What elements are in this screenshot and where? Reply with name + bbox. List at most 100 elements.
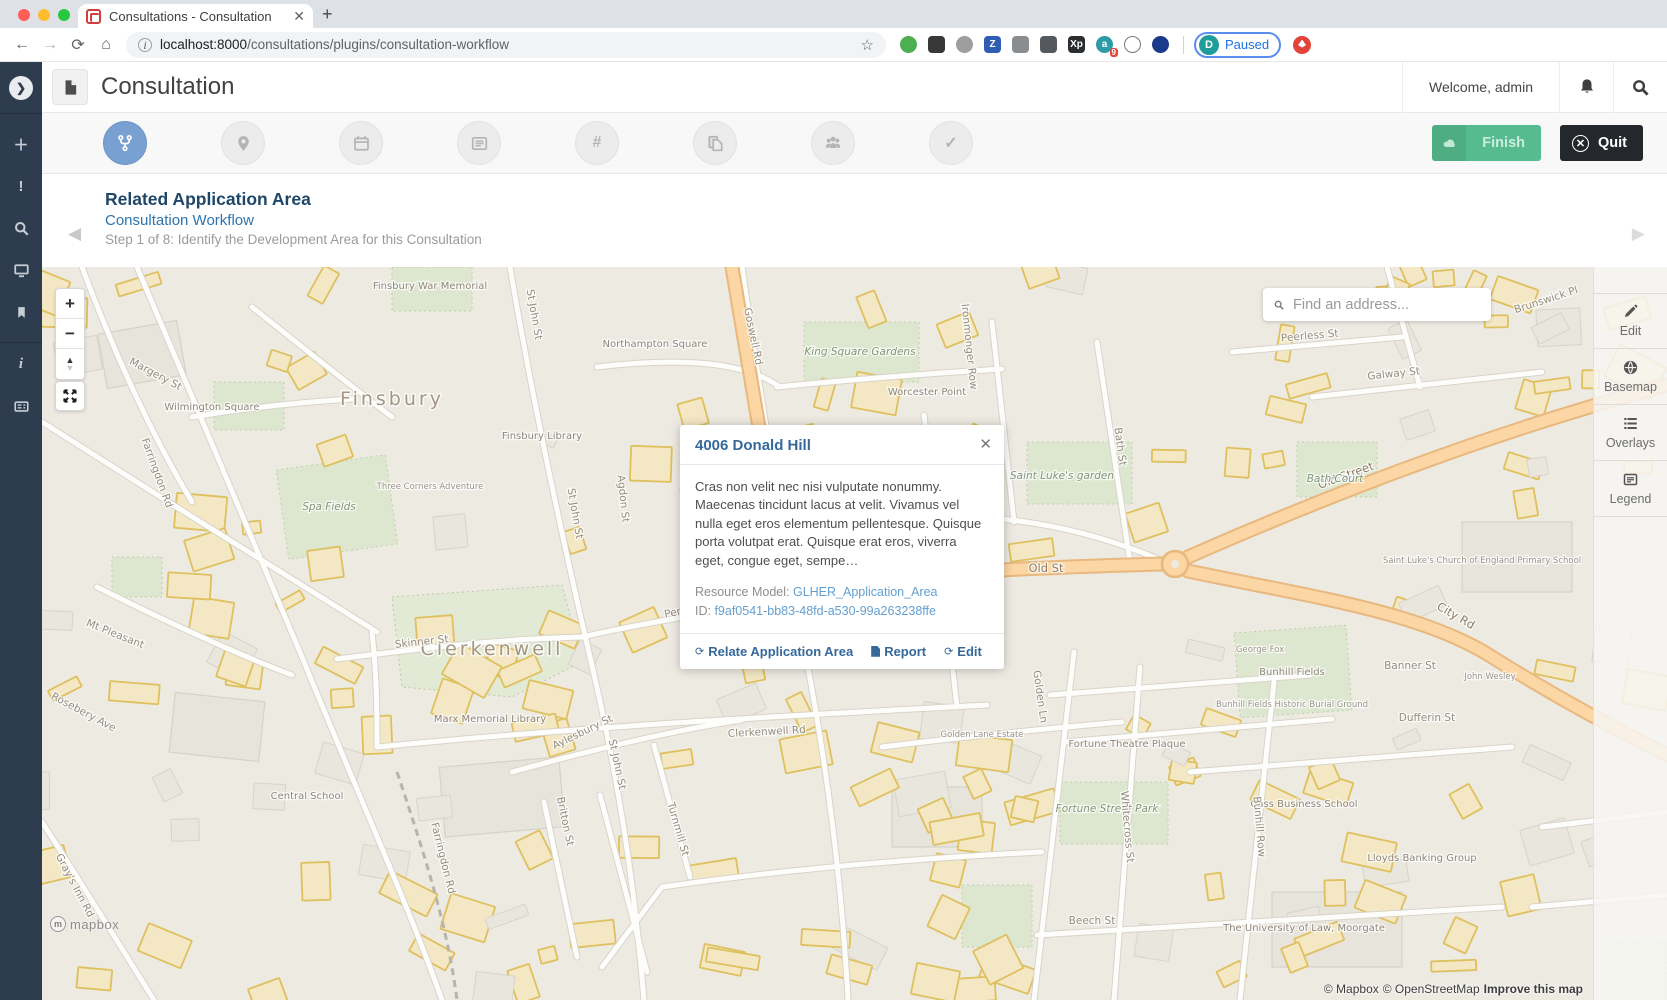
zotero-extension-icon[interactable]: Z [984, 36, 1001, 53]
bookmark-star-icon[interactable]: ☆ [861, 36, 874, 54]
improve-map-link[interactable]: Improve this map [1484, 982, 1583, 996]
mac-minimize-button[interactable] [38, 9, 50, 21]
report-link[interactable]: Report [871, 644, 926, 659]
resource-model-link[interactable]: GLHER_Application_Area [793, 585, 938, 599]
extension-icon[interactable] [928, 36, 945, 53]
compass-button[interactable]: ▲▼ [56, 349, 84, 379]
mac-zoom-button[interactable] [58, 9, 70, 21]
map-overlays-button[interactable]: Overlays [1594, 405, 1667, 461]
site-info-icon[interactable]: i [138, 38, 152, 52]
back-button[interactable]: ← [8, 36, 36, 54]
step-map[interactable] [221, 121, 265, 165]
page-title: Consultation [101, 73, 234, 101]
workflow-name: Consultation Workflow [105, 212, 482, 229]
pencil-icon [1623, 304, 1638, 319]
map-label: Northampton Square [603, 339, 708, 350]
browser-menu-icon[interactable] [1293, 36, 1311, 54]
popup-id-row: ID: f9af0541-bb83-48fd-a530-99a263238ffe [695, 602, 989, 621]
app-header: Consultation Welcome, admin [42, 62, 1667, 113]
finish-button[interactable]: Finish [1432, 125, 1541, 161]
step-documents[interactable] [693, 121, 737, 165]
divider [0, 113, 42, 114]
zoom-in-button[interactable]: + [56, 289, 84, 319]
divider [1183, 36, 1184, 54]
home-button[interactable]: ⌂ [92, 36, 120, 54]
extension-icon[interactable] [1040, 36, 1057, 53]
osm-attribution-link[interactable]: © OpenStreetMap [1383, 982, 1480, 996]
bookmark-icon [15, 306, 28, 319]
browser-profile-button[interactable]: D Paused [1194, 32, 1281, 58]
map-label: Lloyds Banking Group [1367, 853, 1476, 864]
browser-toolbar: ← → ⟳ ⌂ i localhost:8000/consultations/p… [0, 28, 1667, 62]
reload-button[interactable]: ⟳ [64, 35, 92, 55]
tab-close-icon[interactable]: ✕ [293, 8, 305, 25]
url-bar[interactable]: i localhost:8000/consultations/plugins/c… [126, 32, 886, 58]
map-legend-label: Legend [1610, 492, 1652, 506]
mapbox-attribution-link[interactable]: © Mapbox [1324, 982, 1379, 996]
quit-button[interactable]: ✕ Quit [1560, 125, 1643, 161]
sidebar-notifs-icon[interactable]: ! [0, 165, 42, 207]
notifications-button[interactable] [1559, 62, 1613, 113]
sidebar-bookmark-icon[interactable] [0, 291, 42, 333]
next-step-arrow[interactable]: ▶ [1632, 224, 1645, 244]
sidebar-search-icon[interactable] [0, 207, 42, 249]
xp-extension-icon[interactable]: Xp [1068, 36, 1085, 53]
sidebar-info-icon[interactable]: i [0, 343, 42, 385]
popup-close-icon[interactable]: ✕ [979, 435, 992, 453]
evernote-extension-icon[interactable] [900, 36, 917, 53]
step-reference-numbers[interactable]: # [575, 121, 619, 165]
popup-title: 4006 Donald Hill [695, 437, 989, 454]
map-label: Dufferin St [1399, 712, 1455, 724]
resource-id-link[interactable]: f9af0541-bb83-48fd-a530-99a263238ffe [714, 604, 936, 618]
tab-title: Consultations - Consultation [109, 9, 285, 24]
extensions-row: Z Xp a9 [900, 36, 1169, 53]
map-attribution: © Mapbox © OpenStreetMap Improve this map [1320, 982, 1583, 996]
newspaper-icon [14, 399, 29, 414]
map-tools-panel: Edit Basemap Overlays Legend [1593, 267, 1667, 1000]
extension-icon[interactable] [1124, 36, 1141, 53]
map-label: Fortune Street Park [1056, 803, 1160, 815]
address-search-input[interactable] [1293, 297, 1480, 313]
mapbox-logo[interactable]: m mapbox [50, 916, 119, 932]
popup-resource-model-row: Resource Model: GLHER_Application_Area [695, 583, 989, 602]
edit-link[interactable]: ⟳Edit [944, 644, 982, 659]
map-canvas[interactable]: Finsbury War MemorialNorthampton SquareK… [42, 267, 1667, 1000]
browser-tab[interactable]: Consultations - Consultation ✕ [78, 4, 313, 28]
hashtag-icon: # [593, 134, 602, 152]
map-label: Bunhill Fields Historic Burial Ground [1216, 700, 1368, 710]
popup-description: Cras non velit nec nisi vulputate nonumm… [695, 478, 989, 570]
extension-icon[interactable]: a9 [1096, 36, 1113, 53]
globe-extension-icon[interactable] [1152, 36, 1169, 53]
extension-icon[interactable] [956, 36, 973, 53]
mac-close-button[interactable] [18, 9, 30, 21]
sidebar-news-icon[interactable] [0, 385, 42, 427]
map-label: Old St [1028, 561, 1064, 575]
expand-icon [62, 388, 78, 404]
sidebar-screen-icon[interactable] [0, 249, 42, 291]
zoom-out-button[interactable]: − [56, 319, 84, 349]
step-contacts[interactable] [811, 121, 855, 165]
workflow-steps-bar: # ✓ Finish ✕ Quit [42, 113, 1667, 174]
relate-application-area-link[interactable]: ⟳Relate Application Area [695, 644, 853, 659]
map-edit-button[interactable]: Edit [1594, 293, 1667, 349]
extension-icon[interactable] [1012, 36, 1029, 53]
map-overlays-label: Overlays [1606, 436, 1655, 450]
forward-button[interactable]: → [36, 36, 64, 54]
map-edit-label: Edit [1620, 324, 1642, 338]
step-dates[interactable] [339, 121, 383, 165]
profile-status: Paused [1225, 37, 1269, 52]
app-sidebar: ❯ ＋ ! i [0, 62, 42, 1000]
map-legend-button[interactable]: Legend [1594, 461, 1667, 517]
page-icon [52, 69, 88, 105]
header-search-button[interactable] [1613, 62, 1667, 113]
copy-icon [707, 135, 724, 152]
new-tab-button[interactable]: + [322, 4, 333, 25]
sidebar-add-icon[interactable]: ＋ [0, 123, 42, 165]
step-complete[interactable]: ✓ [929, 121, 973, 165]
step-details[interactable] [457, 121, 501, 165]
sidebar-expand-button[interactable]: ❯ [0, 62, 42, 113]
step-related-application-area[interactable] [103, 121, 147, 165]
fullscreen-button[interactable] [55, 381, 85, 411]
map-basemap-button[interactable]: Basemap [1594, 349, 1667, 405]
previous-step-arrow[interactable]: ◀ [68, 224, 81, 244]
